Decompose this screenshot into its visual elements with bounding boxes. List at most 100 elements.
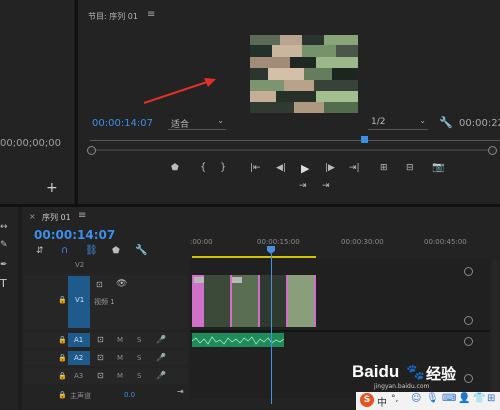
source-monitor-panel <box>0 0 74 204</box>
keyboard-icon[interactable]: ⌨ <box>442 393 456 404</box>
mark-out-icon[interactable]: } <box>220 162 226 173</box>
ime-taskbar: S 中 °, ☺ 🎙 ⌨ 👤 👕 ⊞ <box>356 392 500 410</box>
zoom-handle-left[interactable] <box>87 146 96 155</box>
program-current-time[interactable]: 00:00:14:07 <box>92 118 153 129</box>
insert-icon[interactable]: ⇥ <box>299 181 307 191</box>
lock-icon[interactable]: 🔒 <box>58 336 67 344</box>
add-marker-icon[interactable]: ⬟ <box>171 163 179 173</box>
sequence-panel-menu[interactable]: ≡ <box>78 210 86 221</box>
ruler-label-2: 00:00:30:00 <box>341 238 384 246</box>
snap-icon[interactable]: ∩ <box>61 245 68 256</box>
grid-icon[interactable]: ⊞ <box>487 393 495 404</box>
fit-select[interactable]: 适合 ⌄ <box>168 116 226 130</box>
ime-language[interactable]: 中 <box>377 394 387 409</box>
zoom-handle-right[interactable] <box>488 146 497 155</box>
baidu-paw-icon: 🐾 <box>406 363 425 381</box>
video-preview-image <box>250 35 358 113</box>
clip-thumbnail <box>204 275 230 327</box>
microphone-icon[interactable]: 🎤 <box>156 371 166 380</box>
clip-fx-badge <box>194 277 204 283</box>
track-a3-label[interactable]: A3 <box>74 372 83 380</box>
sync-lock-icon[interactable]: ⊡ <box>96 280 103 289</box>
track-a1-solo[interactable]: S <box>137 336 141 344</box>
sequence-tab-label[interactable]: 序列 01 <box>42 212 71 223</box>
type-tool-icon[interactable]: T <box>0 277 7 290</box>
track-header-v2 <box>24 259 187 273</box>
lock-icon[interactable]: 🔒 <box>58 354 67 362</box>
lock-icon[interactable]: 🔒 <box>58 391 67 399</box>
sync-lock-icon[interactable]: ⊡ <box>97 335 104 344</box>
linked-selection-icon[interactable]: ⛓ <box>85 245 98 256</box>
clip-thumbnail <box>260 275 286 327</box>
nest-icon[interactable]: ⇵ <box>36 246 44 256</box>
ripple-edit-tool-icon[interactable]: ↔ <box>0 222 8 232</box>
microphone-icon[interactable]: 🎤 <box>156 353 166 362</box>
program-playhead-marker[interactable] <box>361 136 368 143</box>
wrench-icon[interactable]: 🔧 <box>439 116 453 129</box>
lift-icon[interactable]: ⊞ <box>380 163 388 173</box>
add-marker-timeline-icon[interactable]: ⬟ <box>112 246 120 256</box>
camera-icon[interactable]: 📷 <box>432 162 444 173</box>
baidu-logo-text: Baidu <box>352 362 400 381</box>
track-a1-mute[interactable]: M <box>117 336 123 344</box>
scroll-handle[interactable] <box>464 316 473 325</box>
clip-fx-badge <box>232 277 242 283</box>
chevron-down-icon: ⌄ <box>419 116 426 125</box>
track-a1-label: A1 <box>74 336 84 344</box>
program-panel-menu[interactable]: ≡ <box>147 9 155 20</box>
track-v1-name: 视频 1 <box>94 298 115 306</box>
track-a3-mute[interactable]: M <box>117 372 123 380</box>
pen-tool-icon[interactable]: ✒ <box>0 260 8 270</box>
step-back-icon[interactable]: ◀| <box>276 163 286 173</box>
program-duration: 00:00:22 <box>459 118 500 129</box>
program-zoom-bar[interactable] <box>90 149 490 151</box>
lock-icon[interactable]: 🔒 <box>58 296 67 304</box>
tools-panel <box>0 207 18 410</box>
ime-punctuation[interactable]: °, <box>391 394 398 404</box>
video-clip[interactable] <box>192 275 316 327</box>
mark-in-icon[interactable]: { <box>200 162 206 173</box>
track-separator <box>190 330 490 332</box>
work-area-bar[interactable] <box>192 256 316 258</box>
sequence-current-time[interactable]: 00:00:14:07 <box>34 228 115 242</box>
timeline-wrench-icon[interactable]: 🔧 <box>135 245 147 256</box>
track-a2-mute[interactable]: M <box>117 354 123 362</box>
sogou-icon[interactable]: S <box>360 393 374 407</box>
sync-lock-icon[interactable]: ⊡ <box>97 353 104 362</box>
play-icon[interactable]: ▶ <box>301 162 309 175</box>
scroll-handle[interactable] <box>464 337 473 346</box>
shirt-icon[interactable]: 👕 <box>473 393 485 404</box>
go-to-out-icon[interactable]: ⇥| <box>349 163 360 173</box>
timeline-vertical-scrollbar[interactable] <box>492 259 498 399</box>
track-a2-label: A2 <box>74 354 84 362</box>
track-a2-solo[interactable]: S <box>137 354 141 362</box>
razor-tool-icon[interactable]: ✎ <box>0 240 8 250</box>
go-to-in-icon[interactable]: |⇤ <box>250 163 261 173</box>
overwrite-icon[interactable]: ⇥ <box>322 181 330 191</box>
scroll-handle[interactable] <box>464 267 473 276</box>
ruler-label-3: 00:00:45:00 <box>424 238 467 246</box>
baidu-jingyan-text: 经验 <box>426 365 457 383</box>
microphone-icon[interactable]: 🎤 <box>156 335 166 344</box>
timeline-playhead-line[interactable] <box>271 254 272 404</box>
fit-select-value: 适合 <box>171 120 190 130</box>
add-button[interactable]: + <box>46 180 58 196</box>
master-track-value[interactable]: 0.0 <box>124 391 135 399</box>
go-to-end-icon[interactable]: ⇥ <box>177 387 184 396</box>
step-forward-icon[interactable]: |▶ <box>325 163 335 173</box>
emoji-icon[interactable]: ☺ <box>411 393 421 404</box>
sequence-tab-close[interactable]: × <box>29 212 36 221</box>
extract-icon[interactable]: ⊟ <box>406 163 414 173</box>
sync-lock-icon[interactable]: ⊡ <box>97 371 104 380</box>
user-icon[interactable]: 👤 <box>458 393 470 404</box>
resolution-select[interactable]: 1/2 ⌄ <box>368 116 428 130</box>
track-a3-solo[interactable]: S <box>137 372 141 380</box>
lock-icon[interactable]: 🔒 <box>58 372 67 380</box>
eye-icon[interactable]: 👁 <box>116 279 127 289</box>
track-v2-label: V2 <box>75 261 85 269</box>
resolution-select-value: 1/2 <box>371 117 386 127</box>
microphone-icon[interactable]: 🎙 <box>426 393 439 404</box>
chevron-down-icon: ⌄ <box>217 116 224 125</box>
baidu-watermark: Baidu 🐾 经验 jingyan.baidu.com <box>352 362 482 392</box>
program-time-ruler[interactable] <box>90 140 500 141</box>
